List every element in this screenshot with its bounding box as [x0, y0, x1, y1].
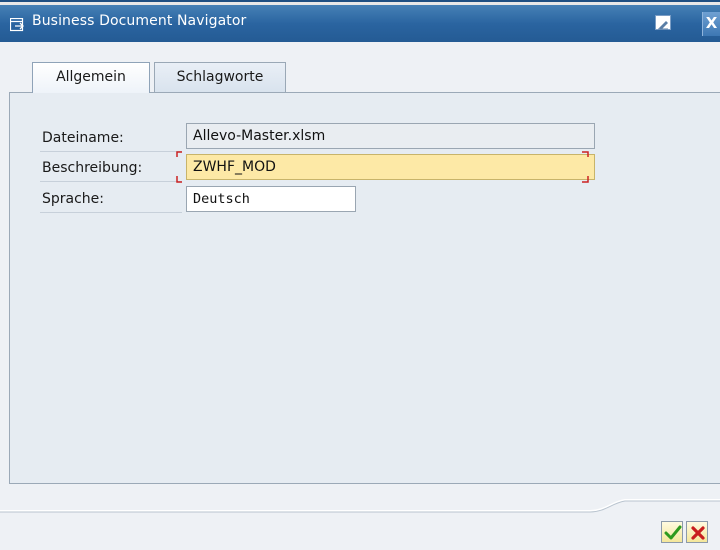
sprache-label: Sprache:: [42, 191, 105, 207]
confirm-button[interactable]: [661, 521, 683, 543]
required-marker-icon: [582, 151, 589, 157]
dateiname-value: Allevo-Master.xlsm: [193, 128, 326, 144]
label-divider: [40, 181, 182, 182]
title-bar[interactable]: Business Document Navigator X: [0, 0, 720, 42]
tab-schlagworte[interactable]: Schlagworte: [154, 62, 286, 92]
cancel-button[interactable]: [686, 521, 708, 543]
dateiname-label: Dateiname:: [42, 130, 124, 146]
required-marker-icon: [176, 176, 182, 183]
beschreibung-input[interactable]: ZWHF_MOD: [186, 154, 595, 180]
beschreibung-label: Beschreibung:: [42, 160, 143, 176]
tab-panel-allgemein: Dateiname: Allevo-Master.xlsm Beschreibu…: [9, 92, 720, 484]
tab-allgemein[interactable]: Allgemein: [32, 62, 150, 93]
sprache-input[interactable]: Deutsch: [186, 186, 356, 212]
close-icon[interactable]: X: [702, 12, 720, 36]
tab-allgemein-label: Allgemein: [56, 69, 126, 85]
required-marker-icon: [176, 151, 182, 157]
dialog-footer: [0, 484, 720, 550]
beschreibung-value: ZWHF_MOD: [193, 159, 276, 175]
minimize-icon[interactable]: [655, 15, 671, 30]
title-bar-top-edge: [0, 2, 720, 5]
dateiname-field: Allevo-Master.xlsm: [186, 123, 595, 149]
tab-schlagworte-label: Schlagworte: [176, 69, 264, 85]
window-popup-icon: [9, 17, 25, 32]
sprache-value: Deutsch: [193, 191, 250, 207]
window-title: Business Document Navigator: [32, 13, 247, 29]
label-divider: [40, 212, 182, 213]
required-marker-icon: [582, 176, 589, 183]
dialog-window: Business Document Navigator X Schlagwort…: [0, 0, 720, 550]
label-divider: [40, 151, 182, 152]
